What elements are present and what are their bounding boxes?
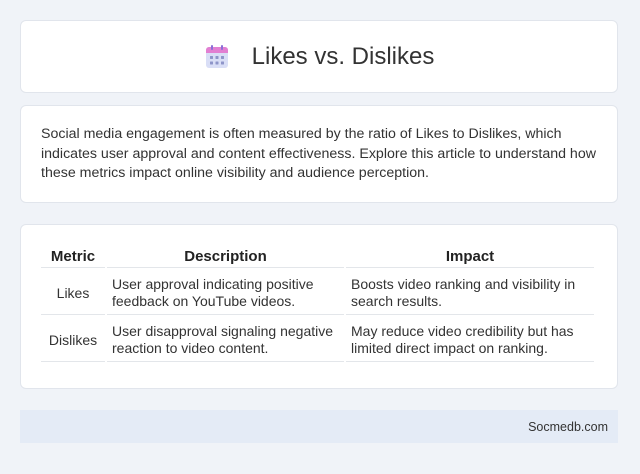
column-header-metric: Metric: [41, 245, 105, 268]
comparison-table: Metric Description Impact Likes User app…: [39, 243, 596, 364]
page-title: Likes vs. Dislikes: [251, 42, 435, 70]
footer-site-link[interactable]: Socmedb.com: [528, 420, 608, 434]
footer: Socmedb.com: [20, 410, 618, 443]
intro-paragraph: Social media engagement is often measure…: [41, 126, 596, 181]
table-cell-metric: Dislikes: [41, 317, 105, 362]
column-header-description: Description: [107, 245, 344, 268]
table-cell-description: User disapproval signaling negative reac…: [107, 317, 344, 362]
table-card: Metric Description Impact Likes User app…: [20, 224, 618, 389]
table-cell-impact: May reduce video credibility but has lim…: [346, 317, 594, 362]
table-row: Likes User approval indicating positive …: [41, 270, 594, 315]
calendar-icon: [204, 44, 230, 70]
column-header-impact: Impact: [346, 245, 594, 268]
table-cell-impact: Boosts video ranking and visibility in s…: [346, 270, 594, 315]
title-card: Likes vs. Dislikes: [20, 20, 618, 93]
table-cell-description: User approval indicating positive feedba…: [107, 270, 344, 315]
table-cell-metric: Likes: [41, 270, 105, 315]
intro-card: Social media engagement is often measure…: [20, 105, 618, 203]
table-header-row: Metric Description Impact: [41, 245, 594, 268]
table-row: Dislikes User disapproval signaling nega…: [41, 317, 594, 362]
